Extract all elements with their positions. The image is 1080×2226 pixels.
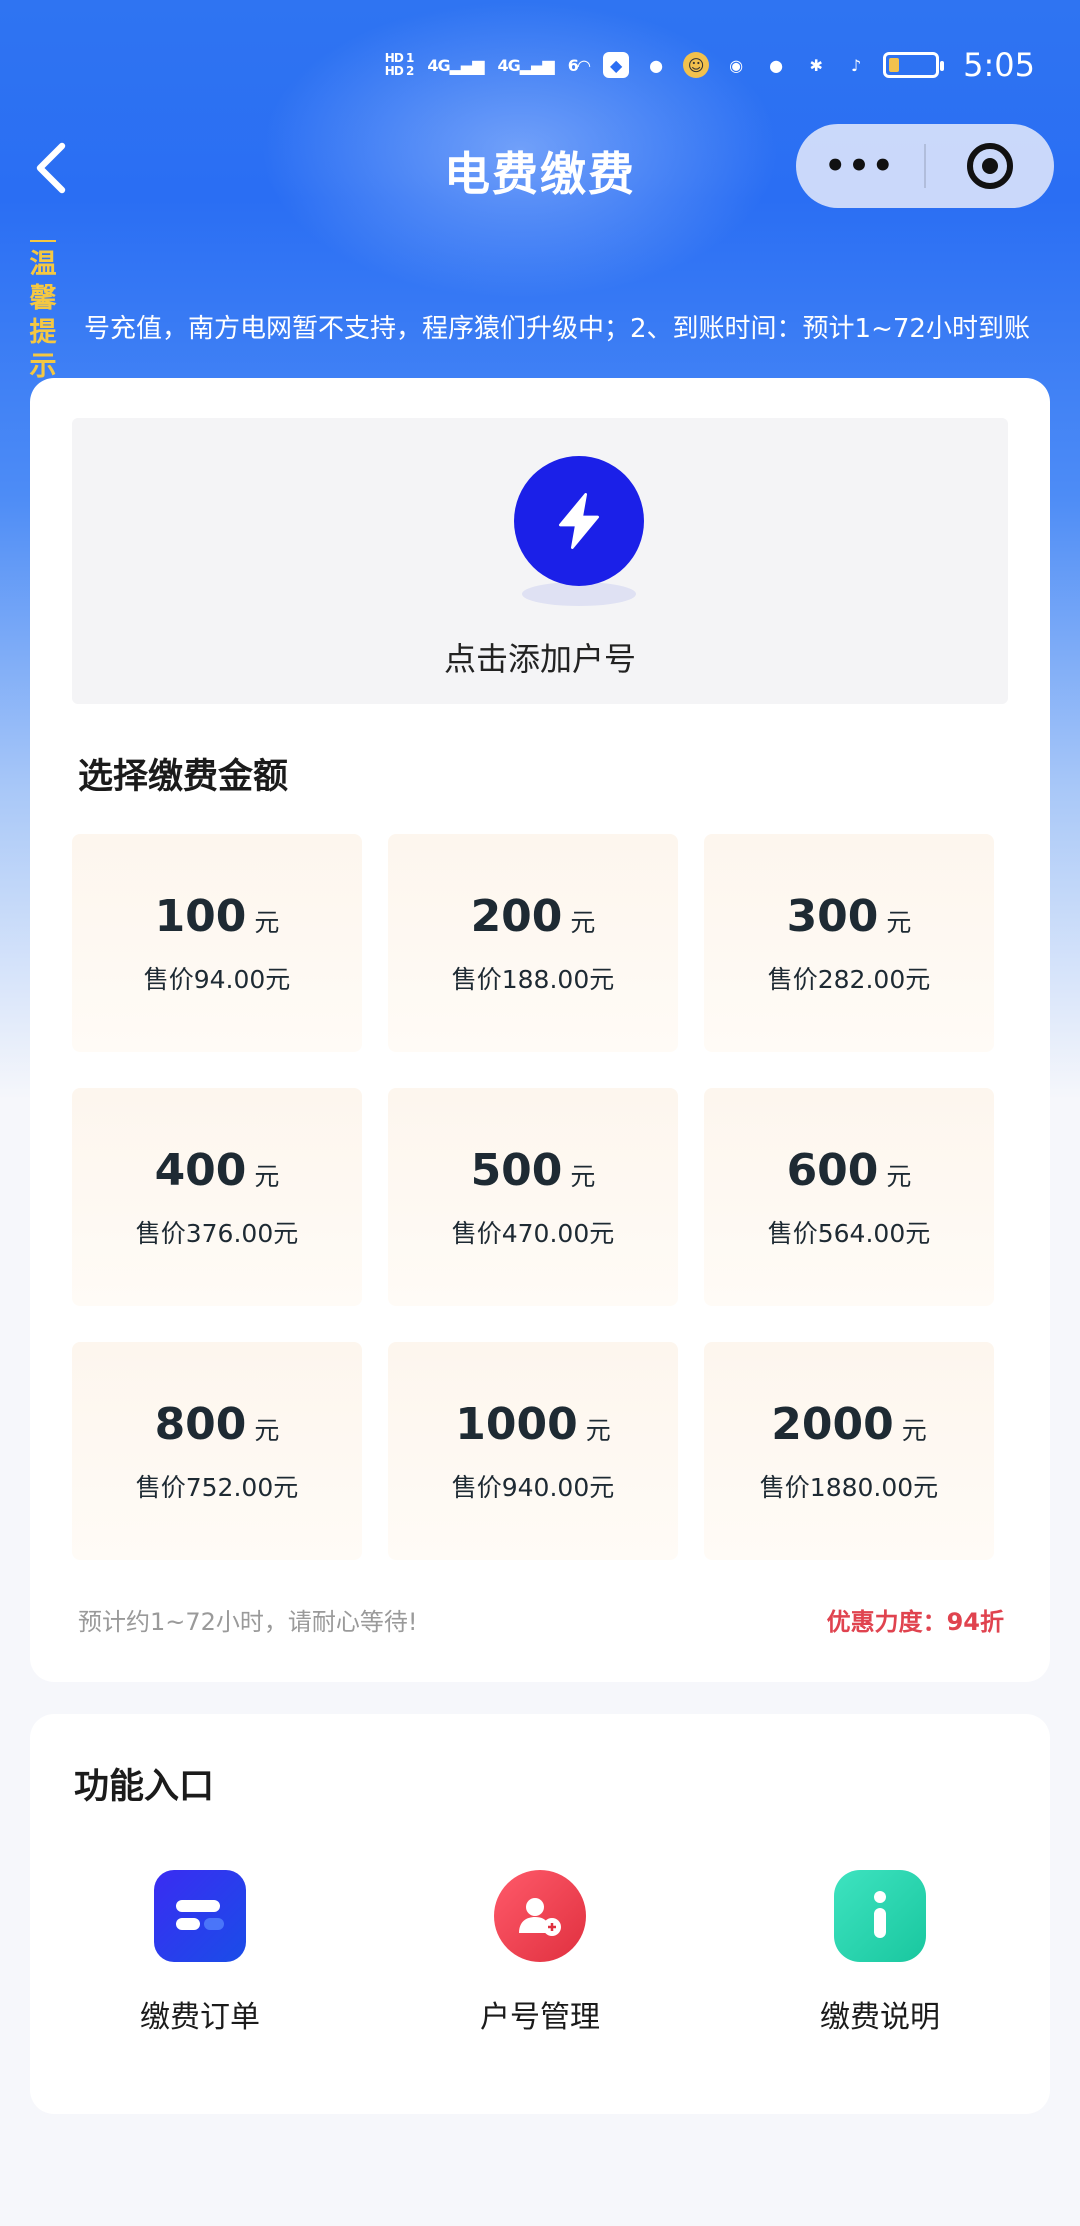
status-bar: HD 1 HD 2 4G▂▄▆ 4G▂▄▆ 6◠ ◆ ● ☺ ◉ ● ✱ ♪ 5:… <box>370 30 1035 100</box>
add-account-button[interactable]: 点击添加户号 <box>72 418 1008 704</box>
more-menu-button[interactable]: ••• <box>796 146 924 186</box>
arrival-hint: 预计约1~72小时，请耐心等待! <box>78 1608 418 1636</box>
function-row: 缴费订单 户号管理 缴费说明 <box>30 1870 1050 2036</box>
order-entry[interactable]: 缴费订单 <box>30 1870 370 2036</box>
add-account-label: 点击添加户号 <box>443 640 636 678</box>
amount-price: 售价940.00元 <box>451 1472 615 1502</box>
info-icon <box>834 1870 926 1962</box>
amount-option-300[interactable]: 300 元 售价282.00元 <box>704 834 994 1052</box>
wechat-2-icon: ● <box>769 55 784 75</box>
amount-price: 售价376.00元 <box>135 1218 299 1248</box>
close-mini-program-button[interactable] <box>926 143 1054 189</box>
lightning-icon <box>514 456 644 586</box>
amount-option-800[interactable]: 800 元 售价752.00元 <box>72 1342 362 1560</box>
amount-grid: 100 元 售价94.00元 200 元 售价188.00元 300 元 售价282.… <box>72 834 1008 1560</box>
amount-option-2000[interactable]: 2000 元 售价1880.00元 <box>704 1342 994 1560</box>
amount-footer: 预计约1~72小时，请耐心等待! 优惠力度：94折 <box>78 1602 1004 1637</box>
amount-price: 售价752.00元 <box>135 1472 299 1502</box>
amount-price: 售价1880.00元 <box>759 1472 939 1502</box>
status-time: 5:05 <box>963 46 1035 84</box>
wechat-icon: ● <box>649 55 664 75</box>
amount-option-500[interactable]: 500 元 售价470.00元 <box>388 1088 678 1306</box>
hd-indicator: HD 1 HD 2 <box>384 51 415 78</box>
signal-strength-1-icon: 4G▂▄▆ <box>427 55 484 75</box>
app-notification-icon: ◉ <box>729 55 744 75</box>
nav-bar: 电费缴费 ••• <box>0 120 1080 220</box>
payment-info-label: 缴费说明 <box>820 2000 940 2035</box>
amount-price: 售价470.00元 <box>451 1218 615 1248</box>
mini-program-capsule: ••• <box>796 124 1054 208</box>
amount-section-title: 选择缴费金额 <box>78 757 289 797</box>
shield-app-icon: ◆ <box>603 52 630 78</box>
bluetooth-icon: ✱ <box>809 55 823 75</box>
notice-label: 温馨提示 <box>26 240 60 384</box>
discount-label: 优惠力度：94折 <box>826 1608 1004 1636</box>
lightning-badge <box>514 456 644 606</box>
account-manage-entry[interactable]: 户号管理 <box>370 1870 710 2036</box>
payment-card: 点击添加户号 选择缴费金额 100 元 售价94.00元 200 元 售价188.0… <box>30 378 1050 1682</box>
amount-price: 售价188.00元 <box>451 964 615 994</box>
order-label: 缴费订单 <box>140 2000 260 2035</box>
user-manage-icon <box>494 1870 586 1962</box>
notice-bar: 温馨提示 号充值，南方电网暂不支持，程序猿们升级中；2、到账时间：预计1~72小… <box>0 230 1080 400</box>
order-icon <box>154 1870 246 1962</box>
amount-price: 售价564.00元 <box>767 1218 931 1248</box>
signal-strength-2-icon: 4G▂▄▆ <box>497 55 555 75</box>
notice-marquee-text: 号充值，南方电网暂不支持，程序猿们升级中；2、到账时间：预计1~72小时到账 <box>84 314 1030 344</box>
payment-info-entry[interactable]: 缴费说明 <box>710 1870 1050 2036</box>
amount-option-1000[interactable]: 1000 元 售价940.00元 <box>388 1342 678 1560</box>
target-icon <box>967 143 1013 189</box>
amount-option-400[interactable]: 400 元 售价376.00元 <box>72 1088 362 1306</box>
amount-option-100[interactable]: 100 元 售价94.00元 <box>72 834 362 1052</box>
amount-option-200[interactable]: 200 元 售价188.00元 <box>388 834 678 1052</box>
amount-price: 售价94.00元 <box>143 964 291 994</box>
amount-price: 售价282.00元 <box>767 964 931 994</box>
amount-option-600[interactable]: 600 元 售价564.00元 <box>704 1088 994 1306</box>
battery-icon <box>883 52 945 78</box>
function-card: 功能入口 缴费订单 户号管理 缴费说明 <box>30 1714 1050 2114</box>
emoji-app-icon: ☺ <box>683 52 710 78</box>
function-section-title: 功能入口 <box>74 1767 215 1807</box>
account-manage-label: 户号管理 <box>480 2000 600 2035</box>
wifi-icon: 6◠ <box>567 55 590 75</box>
mute-icon: ♪ <box>851 55 862 75</box>
